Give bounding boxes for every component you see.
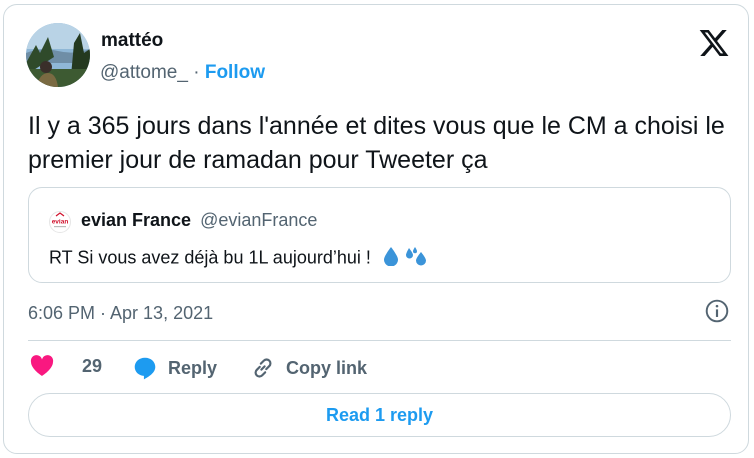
droplet-icon xyxy=(383,247,398,267)
sweat-droplets-icon xyxy=(405,247,426,266)
quoted-author-handle: @evianFrance xyxy=(200,210,318,230)
svg-text:evian: evian xyxy=(52,219,69,226)
reply-label: Reply xyxy=(168,357,218,378)
x-logo-icon[interactable] xyxy=(698,27,730,59)
tweet-timestamp[interactable]: 6:06 PM · Apr 13, 2021 xyxy=(28,303,213,324)
reply-bubble-icon xyxy=(134,357,156,380)
author-handle[interactable]: @attome_ xyxy=(100,62,188,83)
meta-separator: · xyxy=(193,62,200,83)
author-name[interactable]: mattéo xyxy=(101,30,163,52)
tweet-text: Il y a 365 jours dans l'année et dites v… xyxy=(28,112,725,174)
divider xyxy=(28,340,731,341)
author-avatar[interactable] xyxy=(26,23,90,87)
read-replies-button[interactable]: Read 1 reply xyxy=(28,393,731,437)
reply-button[interactable]: Reply xyxy=(132,355,217,381)
tweet-card: mattéo @attome_ · Follow Il y a 365 jour… xyxy=(3,4,749,454)
follow-button[interactable]: Follow xyxy=(205,62,265,83)
quoted-text-row: RT Si vous avez déjà bu 1L aujourd’hui ! xyxy=(49,246,429,271)
author-meta-row: @attome_ · Follow xyxy=(100,62,265,84)
emoji-group xyxy=(382,246,429,271)
info-icon[interactable] xyxy=(704,298,730,324)
copy-link-button[interactable]: Copy link xyxy=(250,355,367,381)
like-button[interactable]: 29 xyxy=(30,355,102,377)
quoted-author-row: evian France @evianFrance xyxy=(81,210,317,231)
quoted-text: RT Si vous avez déjà bu 1L aujourd’hui ! xyxy=(49,247,371,268)
quoted-author-name: evian France xyxy=(81,210,192,230)
evian-logo-icon: evian xyxy=(49,211,71,233)
like-count: 29 xyxy=(82,355,103,376)
quoted-tweet[interactable]: evian evian France @evianFrance RT Si vo… xyxy=(28,187,731,283)
link-icon xyxy=(254,358,272,378)
heart-icon xyxy=(30,355,54,376)
copy-link-label: Copy link xyxy=(286,357,368,378)
